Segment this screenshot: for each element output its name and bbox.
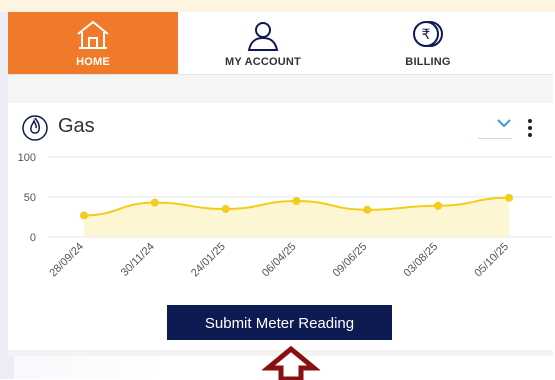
y-tick-label: 50 (24, 192, 36, 204)
x-tick-label: 28/09/24 (47, 241, 86, 280)
data-point (505, 193, 513, 202)
home-icon (77, 20, 109, 49)
section-gap (8, 75, 553, 103)
rupee-icon: ₹ (413, 21, 443, 47)
tab-home[interactable]: HOME (8, 12, 178, 74)
up-arrow-icon (262, 346, 320, 380)
x-tick-label: 06/04/25 (260, 241, 299, 280)
data-point (221, 205, 230, 213)
data-point (363, 205, 372, 214)
tab-billing-label: BILLING (405, 56, 451, 68)
data-point (150, 198, 159, 207)
data-point (434, 201, 443, 210)
y-tick-label: 0 (30, 232, 36, 244)
x-tick-label: 09/06/25 (331, 241, 370, 280)
usage-chart: 28/09/24 30/11/24 24/01/25 06/04/25 09/06/25… (18, 152, 553, 280)
main-nav: HOME MY ACCOUNT ₹ BILLING (8, 12, 553, 75)
top-strip (0, 0, 555, 12)
x-tick-label: 05/10/25 (472, 241, 511, 280)
tab-billing[interactable]: ₹ BILLING (348, 12, 508, 74)
data-point (292, 197, 301, 205)
submit-meter-reading-button[interactable]: Submit Meter Reading (167, 305, 392, 340)
x-tick-label: 24/01/25 (189, 241, 228, 280)
user-icon (247, 22, 279, 51)
tab-home-label: HOME (76, 56, 110, 68)
x-tick-label: 03/08/25 (402, 241, 441, 280)
svg-text:₹: ₹ (422, 27, 431, 43)
y-tick-label: 100 (18, 152, 36, 164)
tab-my-account-label: MY ACCOUNT (225, 56, 301, 68)
tab-my-account[interactable]: MY ACCOUNT (178, 12, 348, 74)
x-tick-label: 30/11/24 (119, 241, 157, 279)
data-point (80, 211, 88, 220)
